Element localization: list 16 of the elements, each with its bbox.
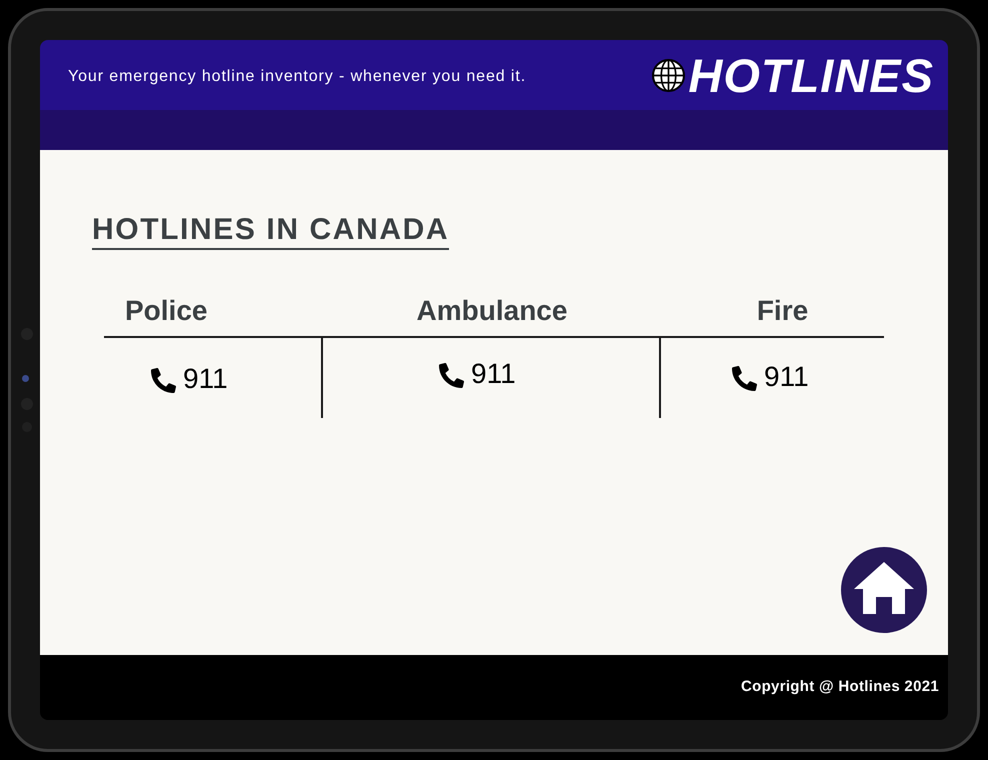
- globe-icon: [652, 58, 686, 92]
- copyright-text: Copyright @ Hotlines 2021: [741, 677, 939, 698]
- logo-text: HOTLINES: [688, 52, 934, 98]
- phone-number: 911: [764, 360, 809, 394]
- column-header: Ambulance: [416, 294, 568, 328]
- camera-lens-icon: [22, 375, 29, 382]
- phone-icon: [439, 363, 464, 388]
- tagline: Your emergency hotline inventory - whenever you need it.: [68, 66, 526, 86]
- phone-icon: [732, 366, 757, 391]
- house-icon: [854, 562, 914, 614]
- phone-number: 911: [471, 357, 516, 391]
- phone-icon: [151, 368, 176, 393]
- page-heading: HOTLINES IN CANADA: [92, 212, 450, 250]
- phone-number: 911: [183, 362, 228, 396]
- column-header: Fire: [756, 294, 810, 328]
- column-header: Police: [124, 294, 208, 328]
